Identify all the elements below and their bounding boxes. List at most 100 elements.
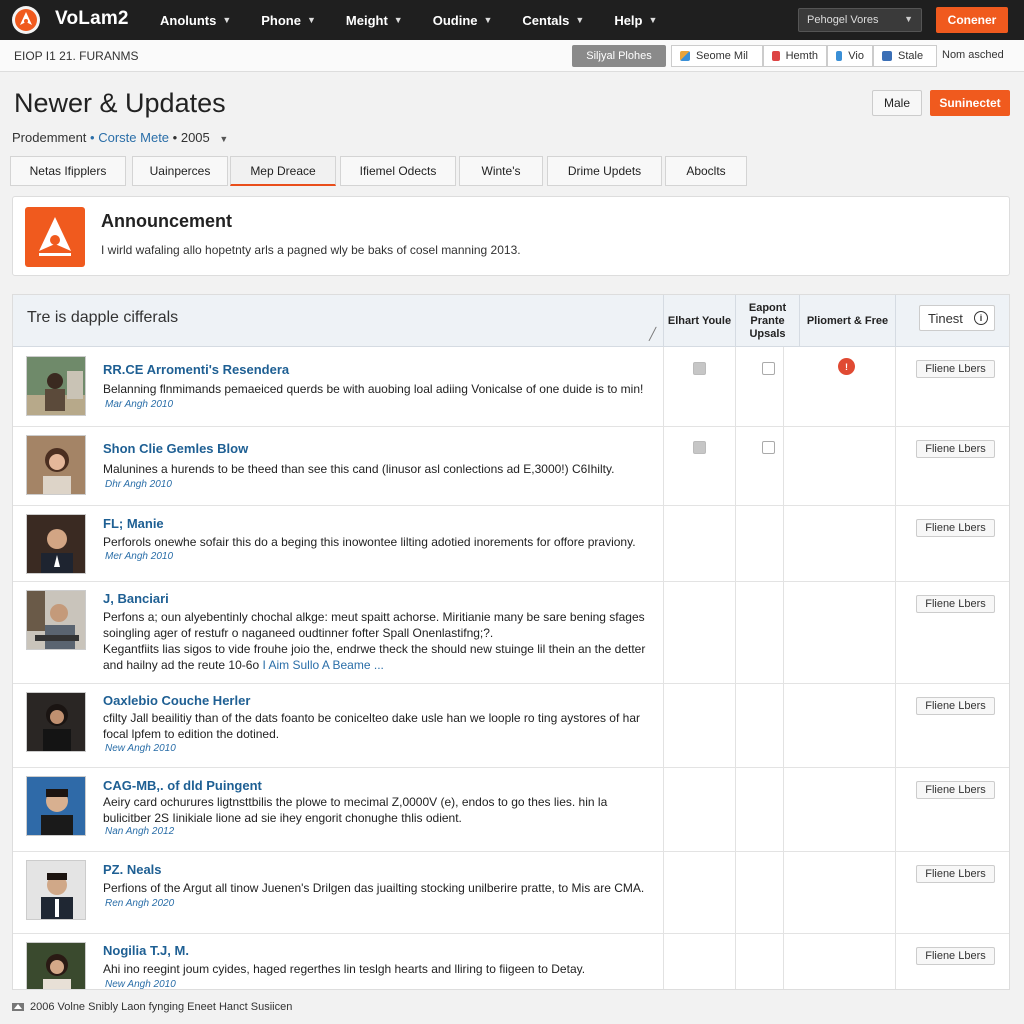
tab-drime-updets[interactable]: Drime Updets: [547, 156, 662, 186]
nav-item-oudine[interactable]: Oudine ▼: [433, 13, 493, 28]
row-title[interactable]: PZ. Neals: [103, 862, 162, 877]
nav-label: Oudine: [432, 12, 478, 28]
row-title[interactable]: FL; Manie: [103, 516, 164, 531]
row-date: Nan Angh 2012: [105, 826, 175, 837]
table-row[interactable]: FL; Manie Perforols onewhe sofair this d…: [13, 506, 1009, 582]
table-row[interactable]: Shon Clie Gemles Blow Malunines a hurend…: [13, 427, 1009, 506]
row-description: Perforols onewhe sofair this do a beging…: [103, 535, 636, 549]
toggle-stale[interactable]: Stale: [873, 45, 937, 67]
app-logo-icon[interactable]: [12, 6, 40, 34]
nav-item-anolunts[interactable]: Anolunts ▼: [160, 13, 231, 28]
announcement-text: I wirld wafaling allo hopetnty arls a pa…: [101, 243, 521, 257]
row-description: cfilty Jall beailitiy than of the dats f…: [103, 711, 640, 741]
table-row[interactable]: Oaxlebio Couche Herler cfilty Jall beail…: [13, 684, 1009, 768]
toggle-hemth[interactable]: Hemth: [763, 45, 827, 67]
row-action-button[interactable]: Fliene Lbers: [916, 947, 995, 965]
sort-select[interactable]: Tinest i: [919, 305, 995, 331]
row-date: Ren Angh 2020: [105, 898, 175, 909]
table-row[interactable]: J, Banciari Perfons a; oun alyebentinly …: [13, 582, 1009, 684]
footer-logo-icon: [12, 1003, 24, 1011]
row-description: Aeiry card ochurures ligtnsttbilis the p…: [103, 795, 608, 825]
chevron-down-icon: ▼: [904, 14, 913, 24]
brand-name[interactable]: VoLam2: [55, 8, 129, 30]
table-row[interactable]: PZ. Neals Perfions of the Argut all tino…: [13, 852, 1009, 934]
nav-label: Phone: [261, 12, 301, 28]
announcement-panel: Announcement I wirld wafaling allo hopet…: [12, 196, 1010, 276]
tab-netas[interactable]: Netas Ifipplers: [10, 156, 126, 186]
row-checkbox-2[interactable]: [762, 441, 775, 454]
row-title[interactable]: Shon Clie Gemles Blow: [103, 441, 248, 456]
avatar: [26, 692, 86, 752]
row-action-button[interactable]: Fliene Lbers: [916, 360, 995, 378]
row-description: Malunines a hurends to be theed than see…: [103, 462, 615, 476]
nav-item-centals[interactable]: Centals ▼: [522, 13, 584, 28]
info-icon[interactable]: i: [974, 311, 988, 325]
nav-label: Anolunts: [160, 12, 217, 28]
row-checkbox-1[interactable]: [693, 362, 706, 375]
top-cta-button[interactable]: Conener: [936, 7, 1008, 33]
read-more-link[interactable]: I Aim Sullo A Beame ...: [262, 658, 383, 672]
nav-item-phone[interactable]: Phone ▼: [261, 13, 316, 28]
toggle-seome-mil[interactable]: Seome Mil: [671, 45, 763, 67]
row-action-button[interactable]: Fliene Lbers: [916, 595, 995, 613]
sort-select-value: Tinest: [928, 310, 963, 326]
tab-mep-dreace[interactable]: Mep Dreace: [230, 156, 336, 186]
row-title[interactable]: CAG-MB,. of dld Puingent: [103, 778, 262, 793]
tab-uainperces[interactable]: Uainperces: [132, 156, 228, 186]
resize-handle-icon[interactable]: ╱: [649, 327, 656, 341]
page-title: Newer & Updates: [14, 88, 226, 118]
table-row[interactable]: Nogilia T.J, M. Ahi ino reegint joum cyi…: [13, 934, 1009, 989]
nav-label: Help: [614, 12, 643, 28]
filter-accent-value: Corste Mete: [98, 130, 170, 145]
avatar: [26, 435, 86, 495]
row-action-button[interactable]: Fliene Lbers: [916, 697, 995, 715]
tab-aboclts[interactable]: Aboclts: [665, 156, 747, 186]
column-header-1[interactable]: Elhart Youle: [663, 295, 735, 347]
nav-item-help[interactable]: Help ▼: [614, 13, 657, 28]
avatar: [26, 776, 86, 836]
row-title[interactable]: Oaxlebio Couche Herler: [103, 693, 250, 708]
shuffle-icon: [882, 51, 892, 61]
multicolor-icon: [680, 51, 690, 61]
chevron-down-icon: ▼: [483, 15, 493, 25]
main-nav: Anolunts ▼ Phone ▼ Meight ▼ Oudine ▼ Centals…: [160, 0, 687, 40]
row-action-button[interactable]: Fliene Lbers: [916, 865, 995, 883]
secondary-toolbar: EIOP I1 21. FURANMS Siljyal Plohes Seome…: [0, 40, 1024, 72]
filter-year: • 2005: [172, 130, 210, 145]
secondary-button[interactable]: Male: [872, 90, 922, 116]
row-title[interactable]: RR.CE Arromenti's Resendera: [103, 362, 289, 377]
top-select-dropdown[interactable]: Pehogel Vores ▼: [798, 8, 922, 32]
primary-button[interactable]: Suninectet: [930, 90, 1010, 116]
row-action-button[interactable]: Fliene Lbers: [916, 781, 995, 799]
avatar: [26, 590, 86, 650]
toggle-label: Stale: [898, 50, 924, 62]
tab-wintes[interactable]: Winte's: [459, 156, 543, 186]
announcement-logo-icon: [25, 207, 85, 267]
nav-item-meight[interactable]: Meight ▼: [346, 13, 403, 28]
filter-pill-button[interactable]: Siljyal Plohes: [572, 45, 666, 67]
avatar: [26, 860, 86, 920]
row-description-extra: Kegantfiits lias sigos to vide frouhe jo…: [103, 641, 651, 673]
row-title[interactable]: Nogilia T.J, M.: [103, 943, 189, 958]
row-description: Perfons a; oun alyebentinly chochal alkg…: [103, 610, 645, 640]
column-header-2[interactable]: Eapont Prante Upsals: [735, 295, 799, 347]
filter-selector[interactable]: Prodemment • Corste Mete • 2005 ▼: [12, 130, 228, 145]
avatar: [26, 356, 86, 416]
announcement-title: Announcement: [101, 211, 233, 231]
row-action-button[interactable]: Fliene Lbers: [916, 519, 995, 537]
top-navigation-bar: VoLam2 Anolunts ▼ Phone ▼ Meight ▼ Oudine ▼ …: [0, 0, 1024, 40]
top-select-value: Pehogel Vores: [807, 14, 879, 26]
toggle-vio[interactable]: Vio: [827, 45, 873, 67]
column-header-3[interactable]: Pliomert & Free: [799, 295, 895, 347]
row-checkbox-1[interactable]: [693, 441, 706, 454]
avatar: [26, 942, 86, 989]
row-action-button[interactable]: Fliene Lbers: [916, 440, 995, 458]
table-row[interactable]: CAG-MB,. of dld Puingent Aeiry card ochu…: [13, 768, 1009, 852]
footer-text: 2006 Volne Snibly Laon fynging Eneet Han…: [30, 1001, 293, 1013]
chevron-down-icon: ▼: [222, 15, 232, 25]
tab-ifiemel-odects[interactable]: Ifiemel Odects: [340, 156, 456, 186]
table-row[interactable]: RR.CE Arromenti's Resendera Belanning fl…: [13, 347, 1009, 427]
row-checkbox-2[interactable]: [762, 362, 775, 375]
row-title[interactable]: J, Banciari: [103, 591, 169, 606]
alert-badge[interactable]: !: [838, 358, 855, 375]
